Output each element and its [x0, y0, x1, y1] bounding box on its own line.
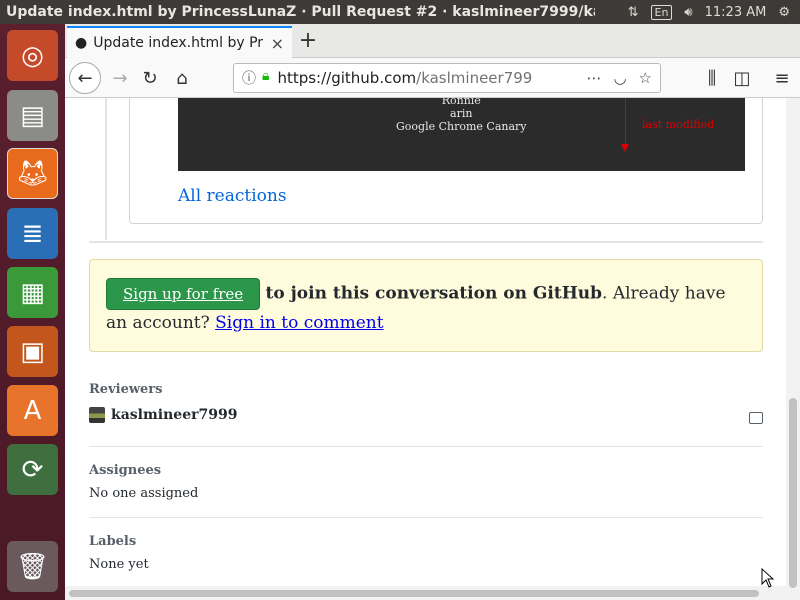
files-icon[interactable]: ▤ — [7, 90, 58, 141]
mouse-cursor-icon — [761, 568, 775, 588]
sidebar-icon[interactable]: ◫ — [727, 63, 757, 93]
launcher: ◎ ▤ 🦊︎ ≣ ▦ ▣ A ⟳ 🗑︎ — [0, 24, 65, 600]
all-reactions-link[interactable]: All reactions — [178, 186, 287, 206]
writer-icon[interactable]: ≣ — [7, 208, 58, 259]
close-tab-icon[interactable]: × — [271, 34, 284, 53]
language-indicator[interactable]: En — [650, 4, 673, 20]
image-name: Ronnie — [441, 98, 481, 107]
signup-bold-text: to join this conversation on GitHub — [265, 283, 603, 304]
url-text[interactable]: https://github.com/kaslmineer7999/k — [277, 69, 532, 87]
clock[interactable]: 11:23 AM — [705, 5, 767, 20]
top-panel: Update index.html by PrincessLunaZ · Pul… — [0, 0, 800, 24]
bookmark-star-icon[interactable]: ☆ — [639, 69, 652, 87]
horizontal-scrollbar[interactable] — [65, 586, 786, 600]
updater-icon[interactable]: ⟳ — [7, 444, 58, 495]
info-icon[interactable]: ⓘ — [242, 68, 256, 88]
window-title: Update index.html by PrincessLunaZ · Pul… — [6, 4, 595, 20]
assignees-value: No one assigned — [89, 486, 199, 501]
signup-banner: Sign up for free to join this conversati… — [89, 259, 763, 352]
page-content: Ronnie arin Google Chrome Canary last mo… — [65, 98, 786, 600]
tab-title: Update index.html by Pr — [93, 35, 264, 51]
firefox-icon[interactable]: 🦊︎ — [7, 148, 58, 199]
arrow-line — [625, 98, 626, 148]
pocket-icon[interactable]: ◡ — [613, 69, 626, 87]
image-name: Google Chrome Canary — [396, 120, 527, 133]
home-button[interactable]: ⌂ — [167, 63, 197, 93]
labels-section: Labels None yet — [89, 534, 763, 572]
ubuntu-icon[interactable]: ◎ — [7, 30, 58, 81]
timeline-divider — [89, 241, 763, 243]
tab-bar: ● Update index.html by Pr × + — [65, 24, 800, 58]
reviewers-header: Reviewers — [89, 382, 163, 397]
image-name: arin — [450, 107, 473, 120]
image-note: last modified — [642, 118, 715, 131]
tab-active[interactable]: ● Update index.html by Pr × — [67, 26, 292, 58]
arrow-down-icon — [621, 144, 629, 152]
menu-icon[interactable]: ≡ — [767, 63, 797, 93]
scrollbar-thumb[interactable] — [69, 590, 759, 597]
reviewers-section: Reviewers kaslmineer7999 — [89, 382, 763, 442]
image-name-list: Ronnie arin Google Chrome Canary — [396, 98, 527, 133]
vertical-scrollbar[interactable] — [786, 98, 800, 600]
lock-icon[interactable]: 🔒︎ — [262, 68, 269, 88]
assignees-header: Assignees — [89, 463, 162, 478]
network-sort-icon[interactable]: ⇅ — [628, 5, 639, 20]
section-divider — [89, 446, 763, 447]
avatar[interactable] — [89, 407, 105, 423]
impress-icon[interactable]: ▣ — [7, 326, 58, 377]
assignees-section: Assignees No one assigned — [89, 463, 763, 501]
forward-button[interactable]: → — [105, 63, 135, 93]
comment-icon[interactable] — [749, 412, 763, 424]
library-icon[interactable]: ⫼ — [697, 63, 727, 93]
navigation-bar: ← → ↻ ⌂ ⓘ 🔒︎ https://github.com/kaslmine… — [65, 58, 800, 98]
calc-icon[interactable]: ▦ — [7, 267, 58, 318]
back-button[interactable]: ← — [69, 62, 101, 94]
volume-icon[interactable]: 🔊︎ — [684, 5, 692, 20]
new-tab-button[interactable]: + — [295, 28, 321, 53]
reload-button[interactable]: ↻ — [135, 63, 165, 93]
labels-value: None yet — [89, 557, 149, 572]
signin-link[interactable]: Sign in to comment — [215, 313, 383, 333]
page-actions-icon[interactable]: ⋯ — [586, 69, 601, 87]
section-divider — [89, 517, 763, 518]
comment-box: Ronnie arin Google Chrome Canary last mo… — [129, 98, 763, 224]
signup-button[interactable]: Sign up for free — [106, 278, 261, 310]
url-bar[interactable]: ⓘ 🔒︎ https://github.com/kaslmineer7999/k… — [233, 63, 661, 93]
trash-icon[interactable]: 🗑︎ — [7, 541, 58, 592]
power-gear-icon[interactable]: ⚙ — [778, 5, 790, 20]
labels-header: Labels — [89, 534, 137, 549]
scrollbar-thumb[interactable] — [789, 398, 797, 588]
software-center-icon[interactable]: A — [7, 385, 58, 436]
reviewer-name[interactable]: kaslmineer7999 — [111, 407, 237, 423]
comment-image: Ronnie arin Google Chrome Canary last mo… — [178, 98, 745, 171]
timeline-line — [105, 98, 107, 240]
github-icon: ● — [75, 35, 88, 51]
